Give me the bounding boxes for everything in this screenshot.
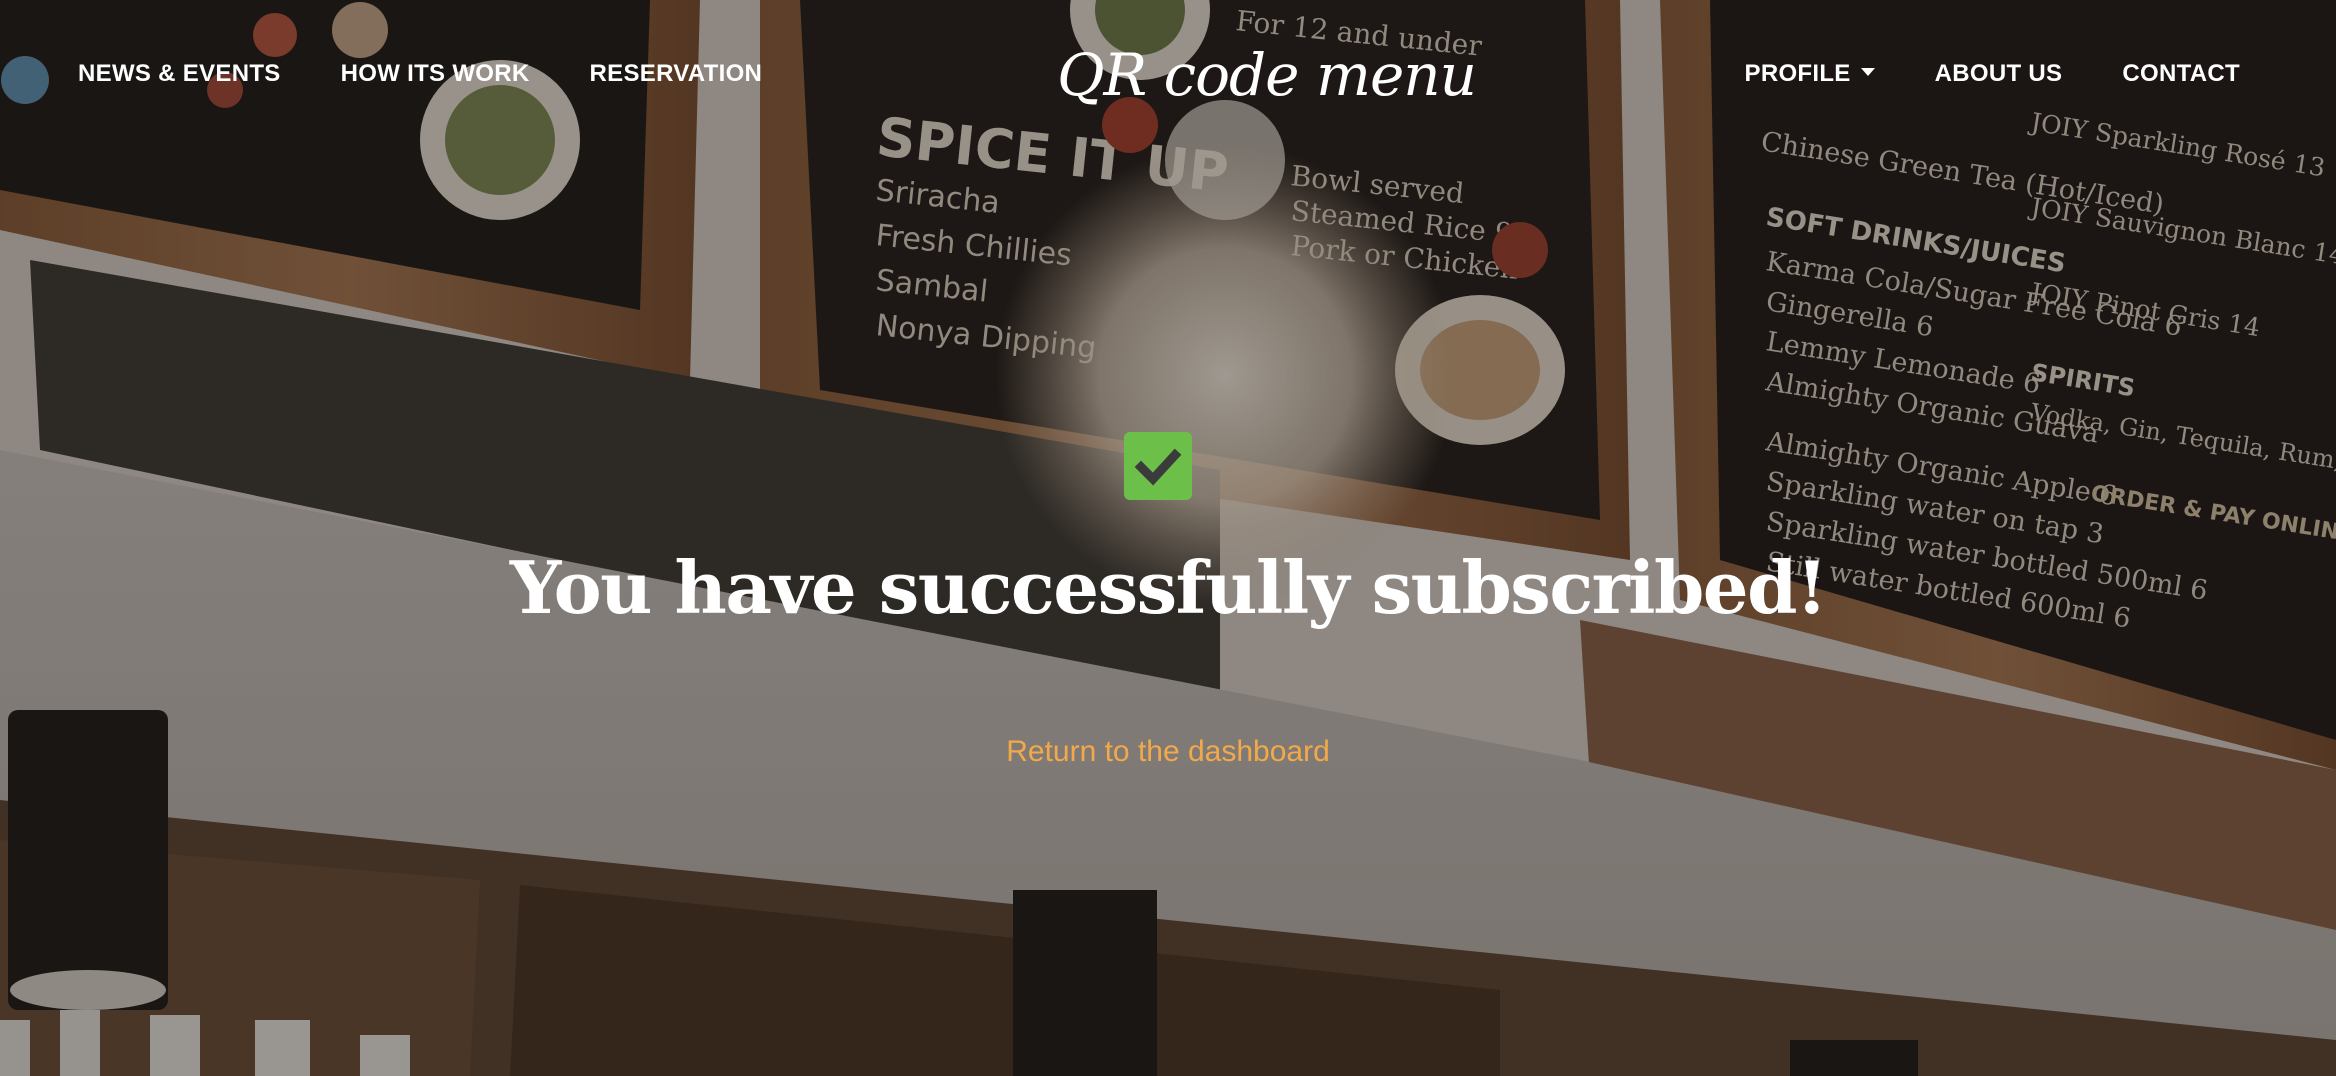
nav-link-how-its-work[interactable]: HOW ITS WORK bbox=[341, 58, 530, 90]
brand-logo[interactable]: QR code menu bbox=[1057, 40, 1477, 110]
success-headline: You have successfully subscribed! bbox=[509, 545, 1828, 630]
nav-link-contact[interactable]: CONTACT bbox=[2122, 58, 2240, 90]
return-to-dashboard-link[interactable]: Return to the dashboard bbox=[0, 732, 2336, 772]
nav-link-profile[interactable]: PROFILE bbox=[1745, 58, 1875, 90]
caret-down-icon bbox=[1860, 67, 1875, 76]
nav-left: NEWS & EVENTS HOW ITS WORK RESERVATION bbox=[78, 58, 762, 90]
nav-link-news-events[interactable]: NEWS & EVENTS bbox=[78, 58, 281, 90]
nav-right: PROFILE ABOUT US CONTACT bbox=[1745, 58, 2240, 90]
nav-link-reservation[interactable]: RESERVATION bbox=[590, 58, 763, 90]
checkmark-glyph bbox=[1134, 448, 1182, 486]
page: SPICE IT UP Sriracha Fresh Chillies Samb… bbox=[0, 0, 2336, 1076]
nav-link-profile-label: PROFILE bbox=[1744, 60, 1851, 87]
checkmark-icon bbox=[1124, 432, 1192, 500]
nav-link-about-us[interactable]: ABOUT US bbox=[1935, 58, 2063, 90]
